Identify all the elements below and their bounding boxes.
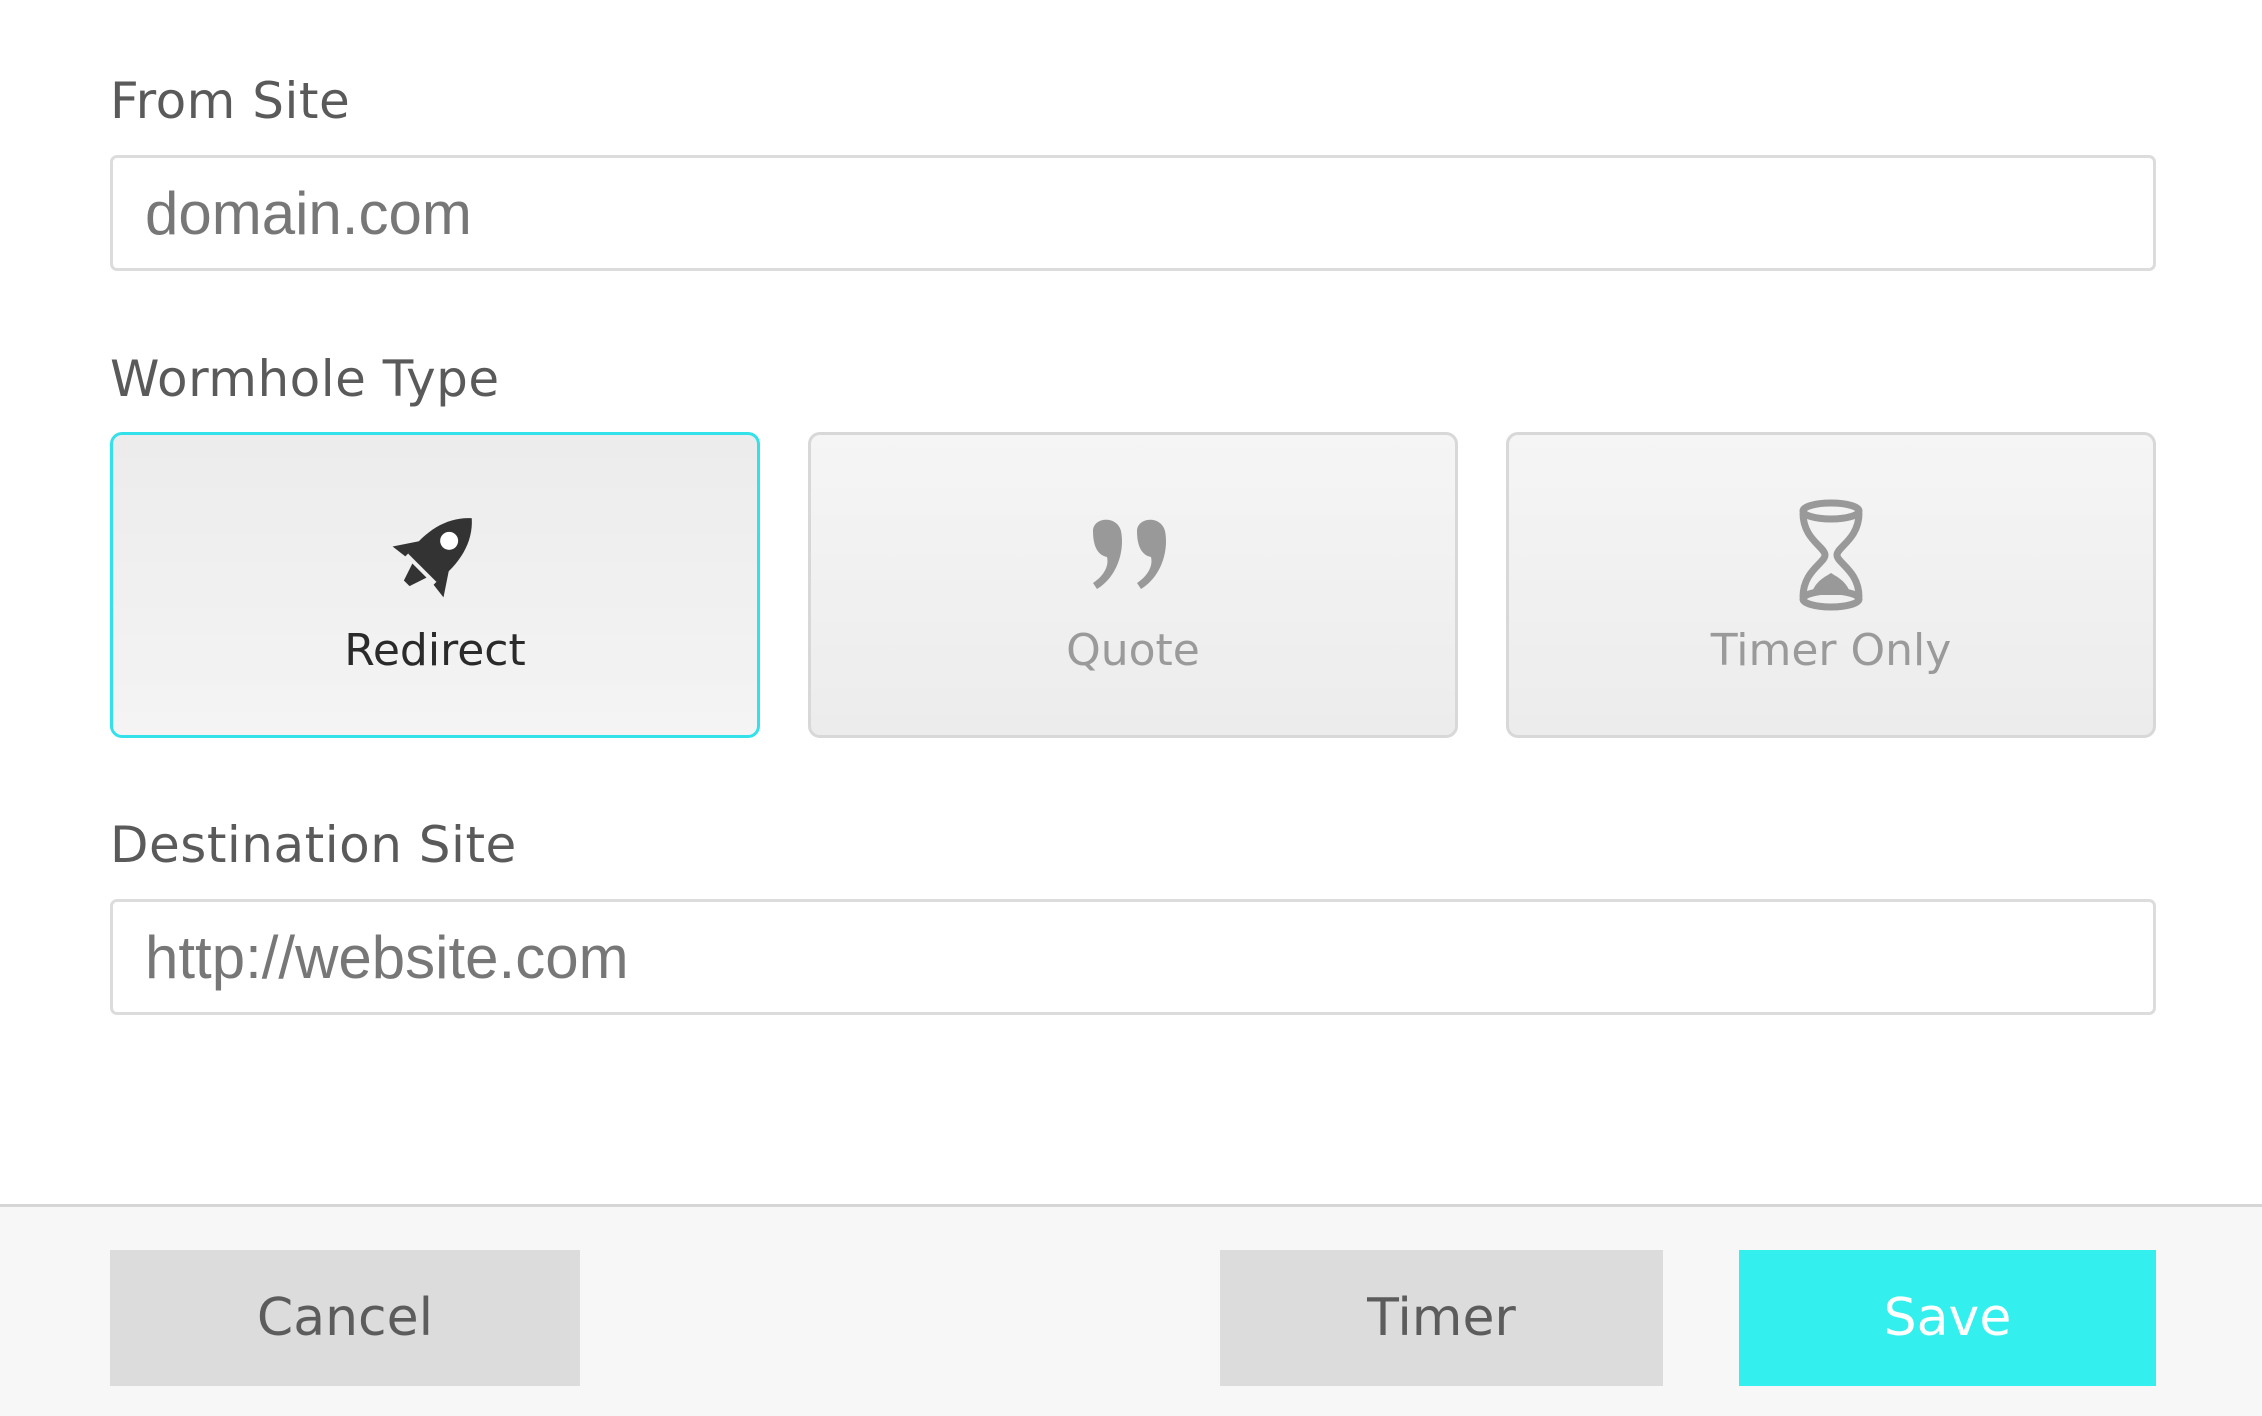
form-footer: Cancel Timer Save <box>0 1204 2262 1416</box>
type-option-timer-only[interactable]: Timer Only <box>1506 432 2156 738</box>
destination-site-label: Destination Site <box>110 816 517 874</box>
from-site-input[interactable] <box>110 155 2156 271</box>
timer-button[interactable]: Timer <box>1220 1250 1663 1386</box>
wormhole-type-label: Wormhole Type <box>110 350 500 408</box>
type-option-quote[interactable]: Quote <box>808 432 1458 738</box>
save-button[interactable]: Save <box>1739 1250 2156 1386</box>
wormhole-form-page: From Site Wormhole Type Redirect <box>0 0 2262 1416</box>
rocket-icon <box>375 495 495 615</box>
hourglass-icon <box>1771 495 1891 615</box>
type-option-label: Redirect <box>344 625 526 676</box>
quote-icon <box>1073 495 1193 615</box>
type-option-label: Quote <box>1066 625 1200 676</box>
cancel-button[interactable]: Cancel <box>110 1250 580 1386</box>
from-site-label: From Site <box>110 72 351 130</box>
type-option-redirect[interactable]: Redirect <box>110 432 760 738</box>
destination-site-input[interactable] <box>110 899 2156 1015</box>
type-option-label: Timer Only <box>1710 625 1952 676</box>
